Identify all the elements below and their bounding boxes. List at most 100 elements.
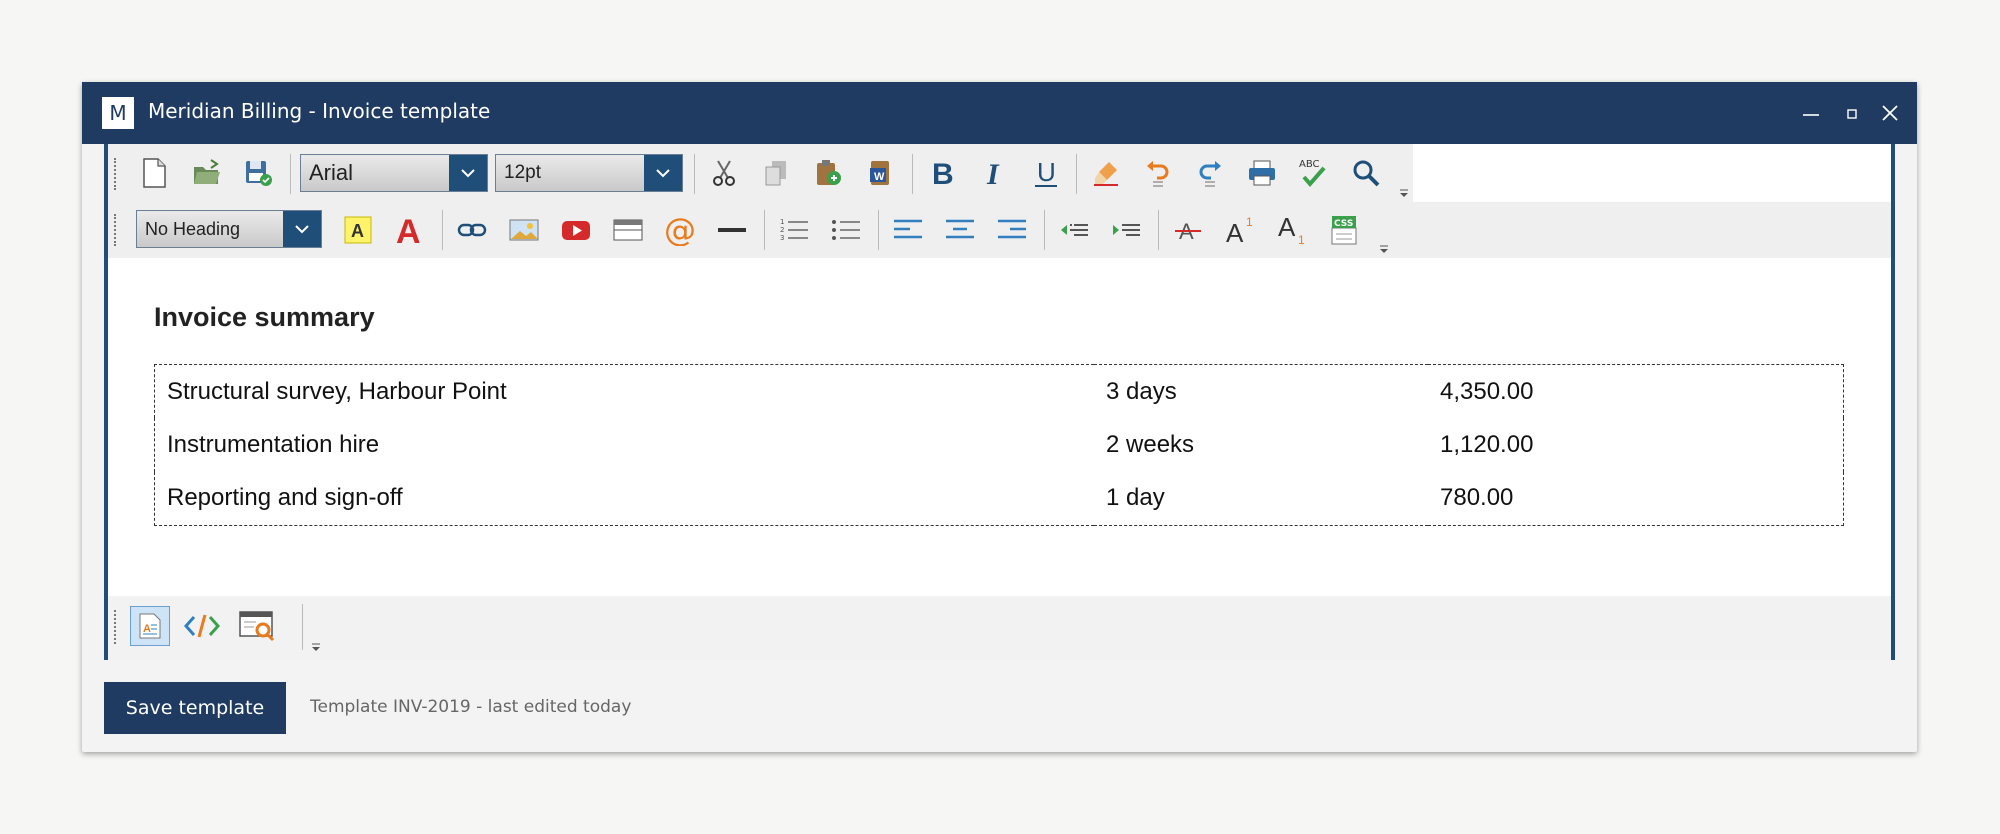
spellcheck-icon[interactable]: ABC [1294,153,1334,193]
minimize-icon[interactable] [1798,100,1824,126]
svg-text:A: A [1226,218,1244,245]
quantity-cell[interactable]: 3 days [1094,365,1428,419]
app-logo: M [102,97,134,129]
cut-icon[interactable] [704,153,744,193]
new-document-icon[interactable] [134,153,174,193]
indent-icon[interactable] [1106,210,1146,250]
insert-table-icon[interactable] [608,210,648,250]
toolbar-overflow-icon[interactable] [310,640,322,652]
chevron-down-icon [283,211,321,247]
insert-image-icon[interactable] [504,210,544,250]
svg-text:3: 3 [780,234,784,242]
toolbar-row-2: No Heading A A @ 123 A A 1 A 1 CSS [108,202,1891,258]
spellcheck-label: ABC [1299,159,1320,170]
document-heading[interactable]: Invoice summary [154,302,375,333]
print-icon[interactable] [1242,153,1282,193]
svg-text:A: A [143,623,151,635]
table-row[interactable]: Instrumentation hire 2 weeks 1,120.00 [155,418,1844,471]
maximize-icon[interactable] [1839,100,1865,126]
design-view-icon[interactable]: A [130,606,170,646]
save-template-button[interactable]: Save template [104,682,286,734]
chevron-down-icon [449,155,487,191]
html-source-icon[interactable] [182,606,222,646]
item-cell[interactable]: Structural survey, Harbour Point [155,365,1095,419]
css-style-icon[interactable]: CSS [1324,210,1364,250]
amount-cell[interactable]: 780.00 [1428,472,1844,526]
align-left-icon[interactable] [888,210,928,250]
font-size-select[interactable]: 12pt [495,154,683,192]
css-label: CSS [1334,219,1353,229]
bold-icon[interactable]: B [922,153,962,193]
save-icon[interactable] [238,153,278,193]
underline-icon[interactable]: U [1026,153,1066,193]
redo-icon[interactable] [1190,153,1230,193]
toolbar-separator [694,154,695,194]
toolbar-separator [1158,210,1159,250]
rich-text-editor: Arial 12pt W B I U ABC No Heading A A @ … [104,144,1895,660]
table-row[interactable]: Structural survey, Harbour Point 3 days … [155,365,1844,419]
toolbar-overflow-icon[interactable] [1398,186,1410,198]
svg-text:B: B [932,158,954,188]
toolbar-separator [764,210,765,250]
email-link-icon[interactable]: @ [660,210,700,250]
svg-text:U: U [1037,158,1056,187]
font-family-select[interactable]: Arial [300,154,488,192]
amount-cell[interactable]: 4,350.00 [1428,365,1844,419]
toolbar-separator [912,154,913,194]
superscript-icon[interactable]: A1 [1220,210,1260,250]
find-icon[interactable] [1346,153,1386,193]
toolbar-grip[interactable] [114,610,121,644]
font-family-value: Arial [309,160,354,185]
toolbar-separator [290,154,291,194]
font-color-icon[interactable]: A [390,210,430,250]
mode-toolbar: A [108,596,1891,660]
quantity-cell[interactable]: 1 day [1094,472,1428,526]
quantity-cell[interactable]: 2 weeks [1094,418,1428,471]
toolbar-separator [878,210,879,250]
paste-from-word-icon[interactable]: W [860,153,900,193]
title-bar: M Meridian Billing - Invoice template [82,82,1917,144]
outdent-icon[interactable] [1054,210,1094,250]
open-folder-icon[interactable] [186,153,226,193]
window-title: Meridian Billing - Invoice template [148,99,491,123]
highlight-color-icon[interactable]: A [338,210,378,250]
app-window: M Meridian Billing - Invoice template Ar… [82,82,1917,752]
link-icon[interactable] [452,210,492,250]
copy-icon[interactable] [756,153,796,193]
youtube-icon[interactable] [556,210,596,250]
invoice-table[interactable]: Structural survey, Harbour Point 3 days … [154,364,1844,526]
svg-text:I: I [986,158,1000,188]
subscript-icon[interactable]: A1 [1272,210,1312,250]
horizontal-rule-icon[interactable] [712,210,752,250]
numbered-list-icon[interactable]: 123 [774,210,814,250]
toolbar-separator [1076,154,1077,194]
editor-content[interactable]: Invoice summary Structural survey, Harbo… [108,258,1891,596]
item-cell[interactable]: Reporting and sign-off [155,472,1095,526]
paste-icon[interactable] [808,153,848,193]
item-cell[interactable]: Instrumentation hire [155,418,1095,471]
table-row[interactable]: Reporting and sign-off 1 day 780.00 [155,472,1844,526]
align-center-icon[interactable] [940,210,980,250]
close-icon[interactable] [1877,100,1903,126]
svg-text:@: @ [664,214,696,246]
status-text: Template INV-2019 - last edited today [310,697,632,717]
font-size-value: 12pt [504,162,541,183]
toolbar-grip[interactable] [114,214,121,246]
svg-text:1: 1 [1246,215,1253,229]
preview-icon[interactable] [238,606,278,646]
undo-icon[interactable] [1138,153,1178,193]
amount-cell[interactable]: 1,120.00 [1428,418,1844,471]
heading-style-select[interactable]: No Heading [136,210,322,248]
toolbar-separator [1044,210,1045,250]
chevron-down-icon [644,155,682,191]
toolbar-overflow-icon[interactable] [1378,242,1390,254]
bulleted-list-icon[interactable] [826,210,866,250]
svg-text:1: 1 [1298,233,1305,246]
svg-text:A: A [351,221,364,241]
align-right-icon[interactable] [992,210,1032,250]
italic-icon[interactable]: I [974,153,1014,193]
clear-format-icon[interactable] [1086,153,1126,193]
strikethrough-icon[interactable]: A [1168,210,1208,250]
toolbar-separator [302,604,303,650]
toolbar-grip[interactable] [114,158,121,190]
